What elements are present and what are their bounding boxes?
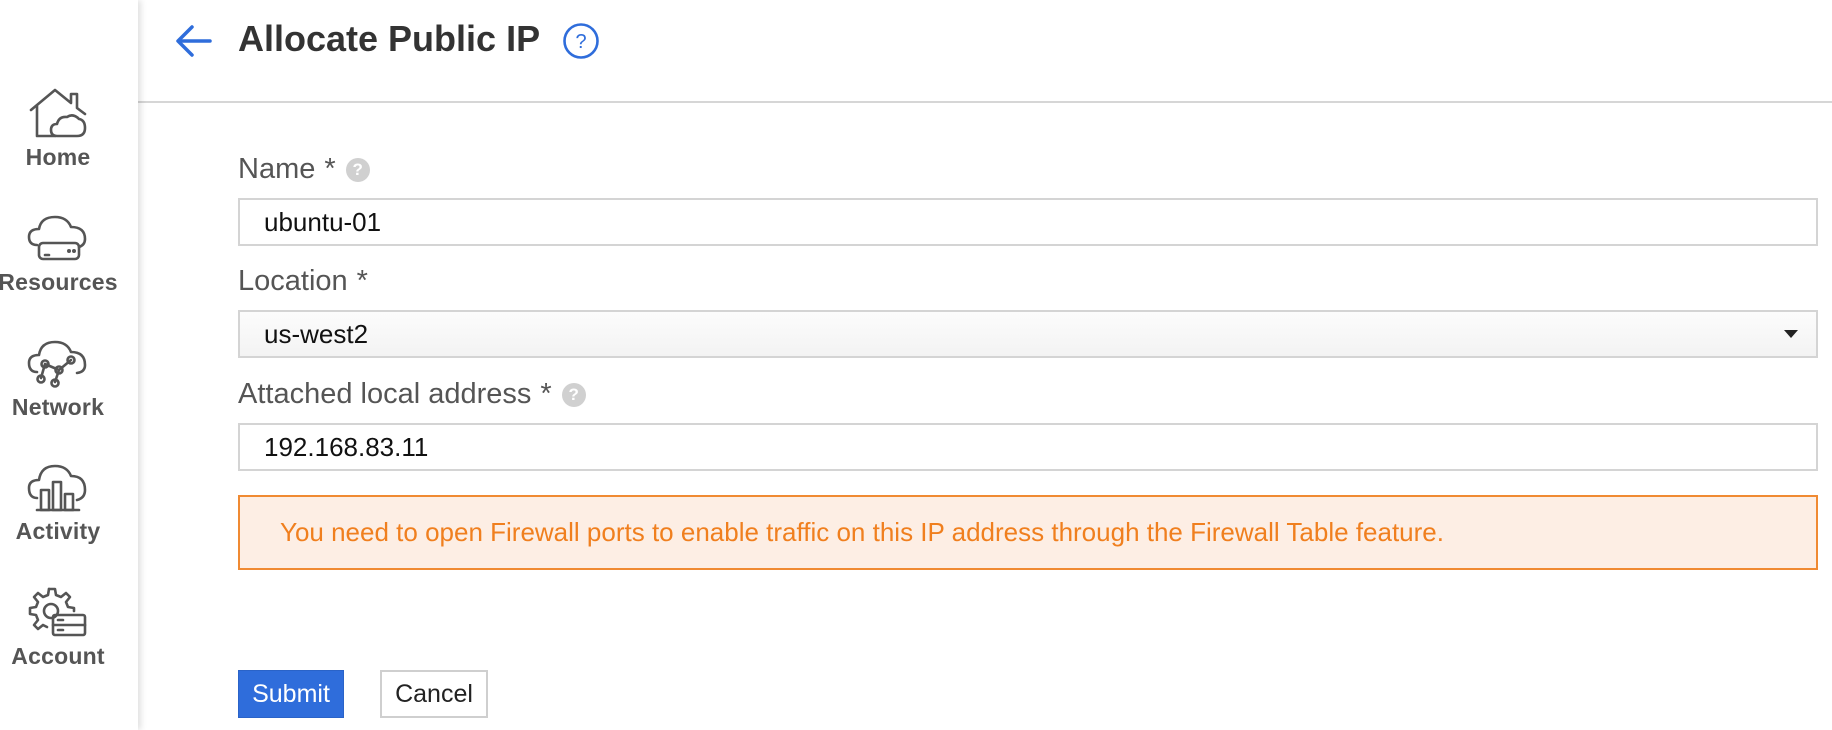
sidebar-item-label: Network [11, 394, 105, 420]
cloud-server-icon [27, 215, 87, 261]
cloud-network-icon [27, 340, 87, 388]
firewall-warning-alert: You need to open Firewall ports to enabl… [238, 495, 1818, 570]
page-header: Allocate Public IP ? [138, 0, 1832, 103]
location-selected-value: us-west2 [264, 318, 369, 349]
local-address-label-text: Attached local address [238, 378, 532, 410]
sidebar-item-resources[interactable]: Resources [0, 211, 118, 321]
sidebar-item-label: Home [25, 144, 91, 170]
alert-message: You need to open Firewall ports to enabl… [280, 517, 1444, 547]
sidebar-item-label: Account [11, 643, 105, 669]
gear-account-icon [28, 587, 87, 637]
local-address-help-icon[interactable]: ? [561, 382, 586, 407]
sidebar-item-network[interactable]: Network [0, 336, 116, 446]
cloud-chart-icon [27, 464, 87, 512]
local-address-label: Attached local address * ? [238, 378, 586, 411]
local-address-input[interactable]: 192.168.83.11 [238, 423, 1818, 471]
cancel-button[interactable]: Cancel [380, 670, 488, 718]
question-circle-icon: ? [563, 23, 599, 59]
page-title: Allocate Public IP [238, 18, 541, 59]
caret-down-icon [1784, 330, 1798, 338]
name-help-icon[interactable]: ? [345, 157, 370, 182]
location-select[interactable]: us-west2 [238, 310, 1818, 358]
sidebar-item-label: Resources [0, 269, 118, 295]
help-button[interactable]: ? [562, 22, 600, 60]
sidebar-item-label: Activity [15, 518, 101, 544]
location-label: Location * [238, 265, 368, 298]
name-label: Name * ? [238, 153, 370, 186]
submit-button[interactable]: Submit [238, 670, 344, 718]
name-label-text: Name [238, 153, 316, 185]
sidebar: Home Resources Network Activity Account [0, 0, 138, 730]
sidebar-item-activity[interactable]: Activity [0, 460, 116, 570]
sidebar-item-home[interactable]: Home [0, 86, 116, 196]
sidebar-item-account[interactable]: Account [0, 585, 116, 695]
home-cloud-icon [29, 88, 87, 138]
required-marker: * [324, 153, 336, 185]
required-marker: * [356, 265, 368, 297]
back-arrow-icon[interactable] [174, 22, 214, 60]
required-marker: * [540, 378, 552, 410]
location-label-text: Location [238, 265, 348, 297]
svg-text:?: ? [575, 31, 586, 53]
name-input[interactable]: ubuntu-01 [238, 198, 1818, 246]
